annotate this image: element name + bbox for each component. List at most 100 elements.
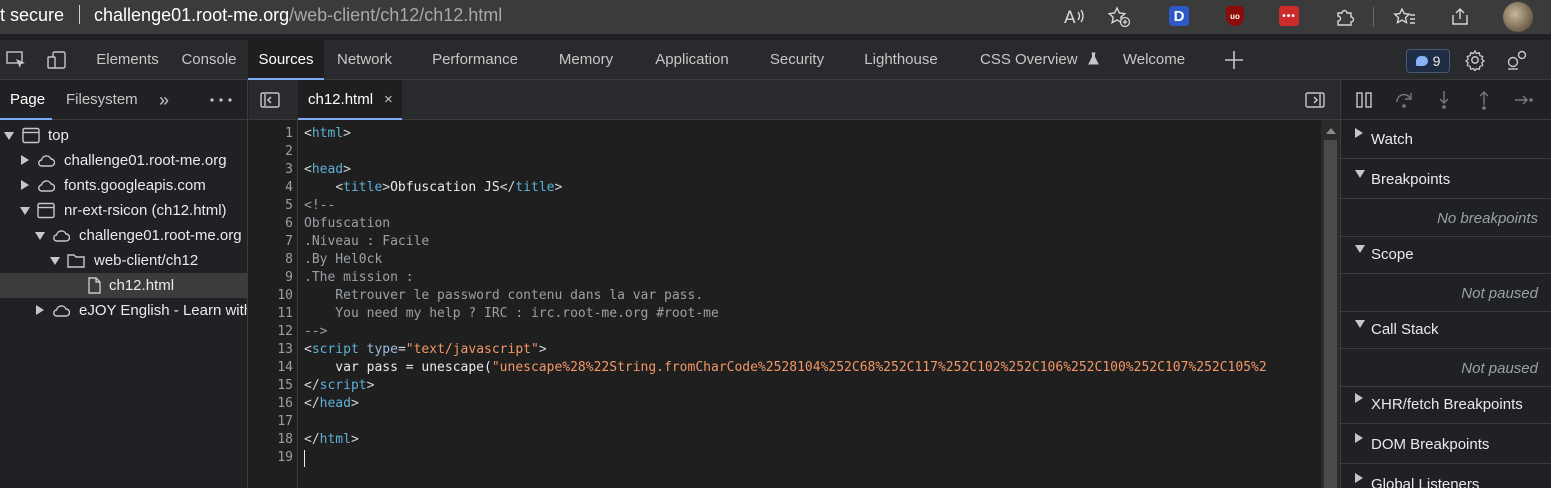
step-into-icon[interactable] (1433, 89, 1455, 111)
lastpass-extension-icon[interactable]: ••• (1279, 6, 1299, 26)
tree-item-frame[interactable]: nr-ext-rsicon (ch12.html) (0, 198, 247, 223)
url-path[interactable]: /web-client/ch12/ch12.html (289, 5, 502, 25)
tab-css-overview[interactable]: CSS Overview (968, 40, 1099, 80)
address-bar[interactable]: t secure challenge01.root-me.org/web-clie… (0, 0, 1160, 34)
line-number[interactable]: 14 (253, 359, 293, 377)
pane-breakpoints[interactable]: Breakpoints (1341, 161, 1551, 199)
line-number[interactable]: 17 (253, 413, 293, 431)
tree-item-origin[interactable]: challenge01.root-me.org (0, 223, 247, 248)
collapse-arrow-icon[interactable] (21, 180, 29, 190)
line-number[interactable]: 5 (253, 197, 293, 215)
line-number[interactable]: 11 (253, 305, 293, 323)
collapse-arrow-icon[interactable] (1355, 393, 1363, 403)
tree-item-top[interactable]: top (0, 123, 247, 148)
expand-arrow-icon[interactable] (1355, 170, 1365, 178)
security-indicator[interactable]: t secure (0, 5, 64, 25)
tree-item-folder[interactable]: web-client/ch12 (0, 248, 247, 273)
tab-console[interactable]: Console (172, 40, 246, 80)
tab-memory[interactable]: Memory (548, 40, 624, 80)
scroll-up-arrow-icon[interactable] (1326, 128, 1336, 134)
line-number[interactable]: 8 (253, 251, 293, 269)
read-aloud-icon[interactable]: A (1062, 4, 1088, 30)
pane-scope[interactable]: Scope (1341, 236, 1551, 274)
extension-d-icon[interactable]: D (1169, 6, 1189, 26)
step-icon[interactable] (1513, 89, 1535, 111)
ublock-extension-icon[interactable]: uo (1226, 6, 1244, 26)
tab-network[interactable]: Network (326, 40, 403, 80)
expand-arrow-icon[interactable] (1355, 245, 1365, 253)
navigator-tab-filesystem[interactable]: Filesystem (66, 80, 146, 120)
line-number[interactable]: 19 (253, 449, 293, 467)
line-number[interactable]: 4 (253, 179, 293, 197)
line-number[interactable]: 10 (253, 287, 293, 305)
close-tab-icon[interactable]: × (384, 80, 393, 120)
tab-elements[interactable]: Elements (85, 40, 170, 80)
devtools-tab-bar: Elements Console Sources Network Perform… (0, 40, 1551, 80)
line-number[interactable]: 13 (253, 341, 293, 359)
tab-lighthouse[interactable]: Lighthouse (852, 40, 950, 80)
pane-call-stack[interactable]: Call Stack (1341, 311, 1551, 349)
expand-arrow-icon[interactable] (50, 257, 60, 265)
share-icon[interactable] (1447, 4, 1473, 30)
line-number[interactable]: 1 (253, 125, 293, 143)
pause-resume-icon[interactable] (1353, 89, 1375, 111)
collapse-arrow-icon[interactable] (36, 305, 44, 315)
toggle-navigator-icon[interactable] (259, 89, 281, 111)
favorites-icon[interactable] (1392, 4, 1418, 30)
add-favorite-icon[interactable] (1106, 4, 1132, 30)
tree-item-origin[interactable]: fonts.googleapis.com (0, 173, 247, 198)
tree-item-origin[interactable]: challenge01.root-me.org (0, 148, 247, 173)
line-number[interactable]: 15 (253, 377, 293, 395)
tree-item-file-selected[interactable]: ch12.html (0, 273, 247, 298)
settings-gear-icon[interactable] (1464, 49, 1486, 73)
line-number[interactable]: 9 (253, 269, 293, 287)
line-number[interactable]: 3 (253, 161, 293, 179)
issues-counter[interactable]: 9 (1406, 49, 1450, 73)
line-number[interactable]: 2 (253, 143, 293, 161)
code-line-4: <title>Obfuscation JS</title> (335, 180, 563, 195)
customize-devtools-icon[interactable] (1505, 49, 1527, 71)
extensions-puzzle-icon[interactable] (1332, 4, 1358, 30)
tab-sources[interactable]: Sources (248, 40, 324, 80)
inspect-element-icon[interactable] (5, 49, 27, 71)
code-statement: var pass = unescape( (304, 360, 492, 375)
step-over-icon[interactable] (1393, 89, 1415, 111)
pane-xhr-breakpoints[interactable]: XHR/fetch Breakpoints (1341, 386, 1551, 424)
editor-scrollbar[interactable] (1321, 120, 1340, 488)
line-number[interactable]: 18 (253, 431, 293, 449)
url-host[interactable]: challenge01.root-me.org (94, 5, 289, 25)
more-tabs-chevron-icon[interactable]: » (159, 80, 175, 120)
line-number[interactable]: 7 (253, 233, 293, 251)
tag-name: title (343, 180, 383, 195)
tab-application[interactable]: Application (642, 40, 742, 80)
add-tab-icon[interactable] (1223, 49, 1245, 71)
collapse-arrow-icon[interactable] (1355, 128, 1363, 138)
file-tab-ch12[interactable]: ch12.html × (298, 80, 402, 120)
expand-arrow-icon[interactable] (35, 232, 45, 240)
step-out-icon[interactable] (1473, 89, 1495, 111)
line-number[interactable]: 6 (253, 215, 293, 233)
scrollbar-thumb[interactable] (1324, 140, 1337, 488)
collapse-arrow-icon[interactable] (1355, 473, 1363, 483)
tab-performance[interactable]: Performance (420, 40, 530, 80)
pane-global-listeners[interactable]: Global Listeners (1341, 466, 1551, 488)
expand-arrow-icon[interactable] (20, 207, 30, 215)
tree-label: eJOY English - Learn with (79, 302, 247, 319)
device-emulation-icon[interactable] (46, 49, 68, 71)
collapse-arrow-icon[interactable] (21, 155, 29, 165)
expand-arrow-icon[interactable] (4, 132, 14, 140)
navigator-tab-page[interactable]: Page (0, 80, 52, 120)
pane-dom-breakpoints[interactable]: DOM Breakpoints (1341, 426, 1551, 464)
pane-watch[interactable]: Watch (1341, 121, 1551, 159)
profile-avatar[interactable] (1503, 2, 1533, 32)
line-number[interactable]: 16 (253, 395, 293, 413)
collapse-arrow-icon[interactable] (1355, 433, 1363, 443)
expand-arrow-icon[interactable] (1355, 320, 1365, 328)
tab-security[interactable]: Security (760, 40, 834, 80)
code-editor[interactable]: 1 2 3 4 5 6 7 8 9 10 11 12 13 14 15 16 1… (249, 120, 1321, 488)
tab-welcome[interactable]: Welcome (1108, 40, 1200, 80)
navigator-menu-icon[interactable] (209, 80, 235, 120)
toggle-debugger-icon[interactable] (1304, 89, 1326, 111)
line-number[interactable]: 12 (253, 323, 293, 341)
tree-item-extension[interactable]: eJOY English - Learn with (0, 298, 247, 323)
